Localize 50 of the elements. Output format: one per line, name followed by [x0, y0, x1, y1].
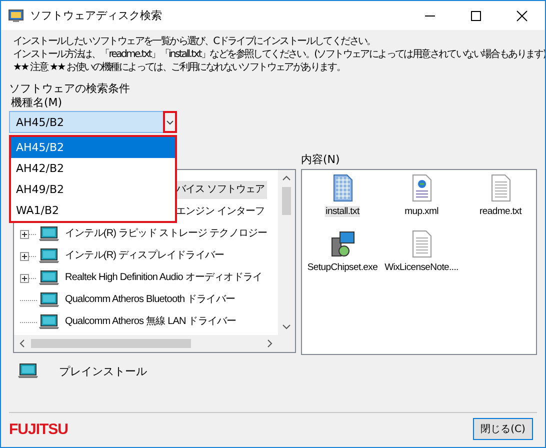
search-criteria-label: ソフトウェアの検索条件 — [9, 82, 131, 95]
tree-item[interactable]: エンジン インターフ — [174, 203, 267, 221]
installer-icon — [330, 230, 356, 258]
instruction-text: インストール方法は、「readme.txt」「install.txt」などを参照してください。(ソフトウェアによっては用意されていない場合もあります) — [12, 48, 545, 61]
tree-item[interactable]: Qualcomm Atheros Bluetooth ドライバー — [63, 291, 238, 309]
scroll-up-icon[interactable] — [282, 175, 291, 181]
file-name[interactable]: mup.xml — [404, 206, 440, 217]
tree-item[interactable]: インテル(R) ディスプレイドライバー — [63, 247, 226, 265]
model-label: 機種名(M) — [10, 96, 64, 109]
maximize-icon[interactable] — [470, 10, 482, 22]
tree-item[interactable]: インテル(R) ラピッド ストレージ テクノロジー — [63, 225, 270, 243]
grid-document-icon — [332, 174, 354, 202]
expand-icon[interactable] — [20, 230, 37, 238]
dropdown-option[interactable]: AH42/B2 — [11, 158, 175, 179]
expand-icon[interactable] — [20, 252, 37, 260]
file-name[interactable]: WixLicenseNote.... — [384, 262, 460, 273]
laptop-icon — [38, 292, 60, 308]
laptop-icon — [38, 314, 60, 330]
scroll-right-icon[interactable] — [267, 339, 273, 348]
file-name[interactable]: readme.txt — [478, 206, 522, 217]
laptop-icon — [38, 270, 60, 286]
document-icon — [410, 230, 432, 258]
tree-item[interactable]: Qualcomm Atheros 無線 LAN ドライバー — [63, 313, 238, 331]
scrollbar-thumb[interactable] — [31, 339, 191, 348]
expand-icon[interactable] — [20, 274, 37, 282]
dropdown-option[interactable]: AH49/B2 — [11, 179, 175, 200]
logo: FUJITSU — [9, 420, 68, 438]
model-dropdown[interactable]: AH45/B2 — [9, 111, 165, 133]
close-button[interactable]: 閉じる(C) — [473, 418, 533, 440]
instruction-text: ★★ 注意 ★★ お使いの機種によっては、ご利用になれないソフトウェアがあります。 — [12, 61, 346, 74]
close-icon[interactable] — [516, 10, 528, 22]
vertical-scrollbar[interactable] — [278, 170, 295, 335]
instruction-text: インストールしたいソフトウェアを一覧から選び、Cドライブにインストールしてください。 — [12, 35, 376, 48]
laptop-icon — [17, 363, 39, 379]
scrollbar-thumb[interactable] — [282, 187, 291, 215]
tree-item[interactable]: Realtek High Definition Audio オーディオドライ — [63, 269, 264, 287]
laptop-icon — [38, 226, 60, 242]
dropdown-option[interactable]: WA1/B2 — [11, 200, 175, 221]
contents-label: 内容(N) — [301, 153, 341, 166]
document-icon — [490, 174, 512, 202]
app-icon — [8, 8, 24, 22]
file-name[interactable]: install.txt — [324, 206, 360, 217]
scroll-left-icon[interactable] — [19, 339, 25, 348]
file-name[interactable]: SetupChipset.exe — [306, 262, 379, 273]
preinstall-label: プレインストール — [59, 364, 147, 378]
scroll-down-icon[interactable] — [282, 324, 291, 330]
window-title: ソフトウェアディスク検索 — [30, 8, 162, 23]
web-document-icon — [410, 174, 432, 202]
laptop-icon — [38, 248, 60, 264]
dropdown-option[interactable]: AH45/B2 — [11, 137, 175, 158]
